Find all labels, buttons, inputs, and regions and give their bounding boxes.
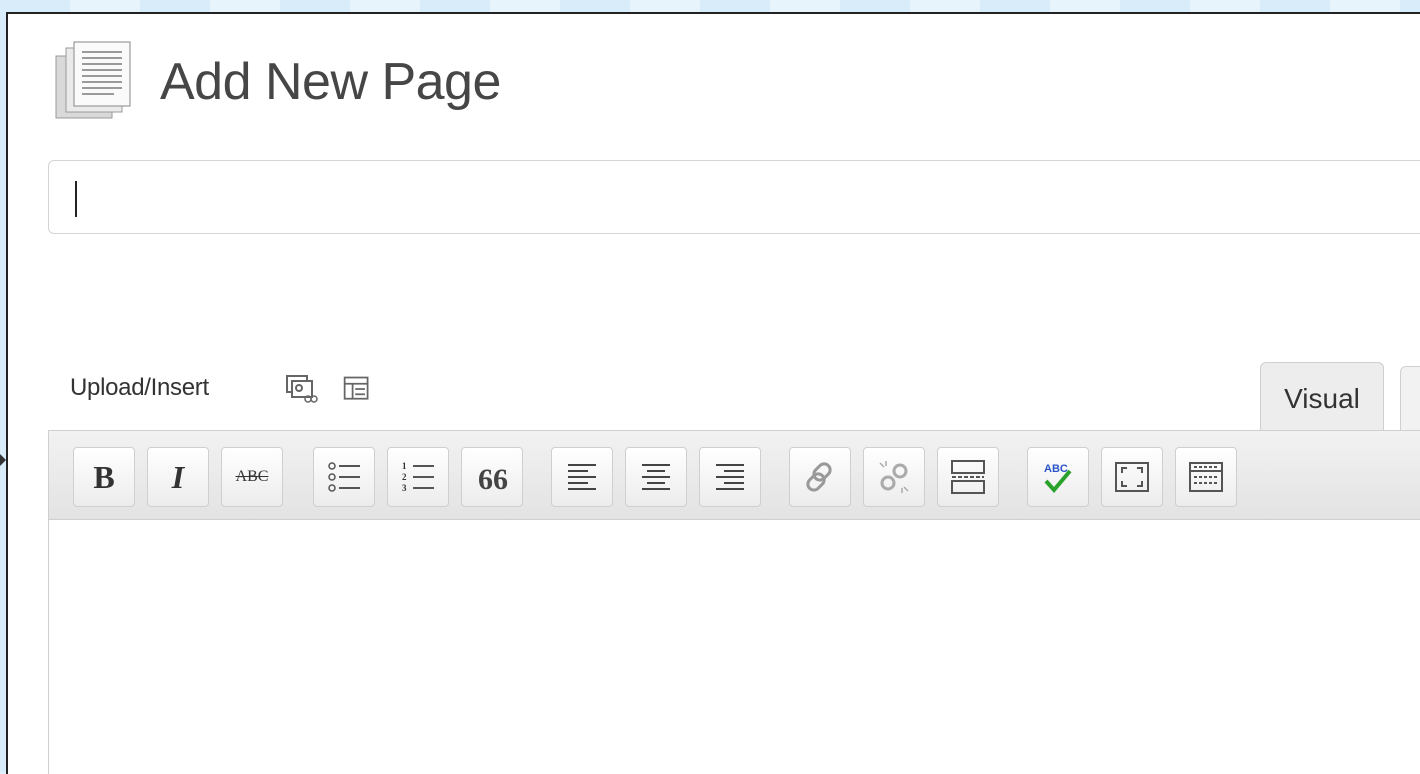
fullscreen-button[interactable] (1101, 447, 1163, 507)
svg-text:ABC: ABC (1044, 463, 1068, 475)
remove-link-button[interactable] (863, 447, 925, 507)
upload-insert-label: Upload/Insert (70, 374, 209, 401)
align-center-button[interactable] (625, 447, 687, 507)
svg-text:1: 1 (402, 461, 407, 471)
tab-text[interactable] (1400, 366, 1420, 430)
bulleted-list-button[interactable] (313, 447, 375, 507)
bulleted-list-icon (328, 462, 360, 492)
pages-icon (52, 40, 132, 122)
italic-button[interactable]: I (147, 447, 209, 507)
svg-text:2: 2 (402, 472, 407, 482)
blockquote-icon: 66 (478, 463, 508, 496)
kitchen-sink-button[interactable] (1175, 447, 1237, 507)
align-right-icon (716, 464, 744, 490)
kitchen-sink-icon (1189, 462, 1223, 492)
align-center-icon (642, 464, 670, 490)
align-left-icon (568, 464, 596, 490)
edit-page-panel: Add New Page Upload/Insert Visual B I AB… (6, 12, 1420, 774)
unlink-icon (879, 461, 909, 493)
numbered-list-button[interactable]: 123 (387, 447, 449, 507)
link-icon (806, 462, 832, 492)
spellcheck-button[interactable]: ABC (1027, 447, 1089, 507)
tab-visual[interactable]: Visual (1260, 362, 1384, 430)
post-title-input[interactable] (48, 160, 1420, 234)
content-editor[interactable]: B I ABC 1 2 3 66 ABC (48, 430, 1420, 774)
text-caret (75, 181, 77, 217)
fullscreen-icon (1115, 462, 1149, 492)
more-tag-icon (951, 460, 985, 494)
svg-text:66: 66 (478, 463, 508, 496)
insert-link-button[interactable] (789, 447, 851, 507)
strikethrough-label: ABC (235, 468, 269, 485)
page-title: Add New Page (160, 53, 501, 111)
add-form-icon[interactable] (342, 374, 376, 408)
svg-text:3: 3 (402, 483, 407, 493)
align-right-button[interactable] (699, 447, 761, 507)
add-media-icon[interactable] (284, 370, 318, 404)
align-left-button[interactable] (551, 447, 613, 507)
strikethrough-button[interactable]: ABC (221, 447, 283, 507)
bold-label: B (93, 458, 115, 495)
insert-more-tag-button[interactable] (937, 447, 999, 507)
bold-button[interactable]: B (73, 447, 135, 507)
italic-label: I (171, 458, 185, 495)
blockquote-button[interactable]: 66 (461, 447, 523, 507)
numbered-list-icon: 123 (402, 461, 434, 493)
editor-toolbar: B I ABC 1 2 3 66 ABC (49, 431, 1420, 520)
spellcheck-icon: ABC (1044, 463, 1072, 494)
